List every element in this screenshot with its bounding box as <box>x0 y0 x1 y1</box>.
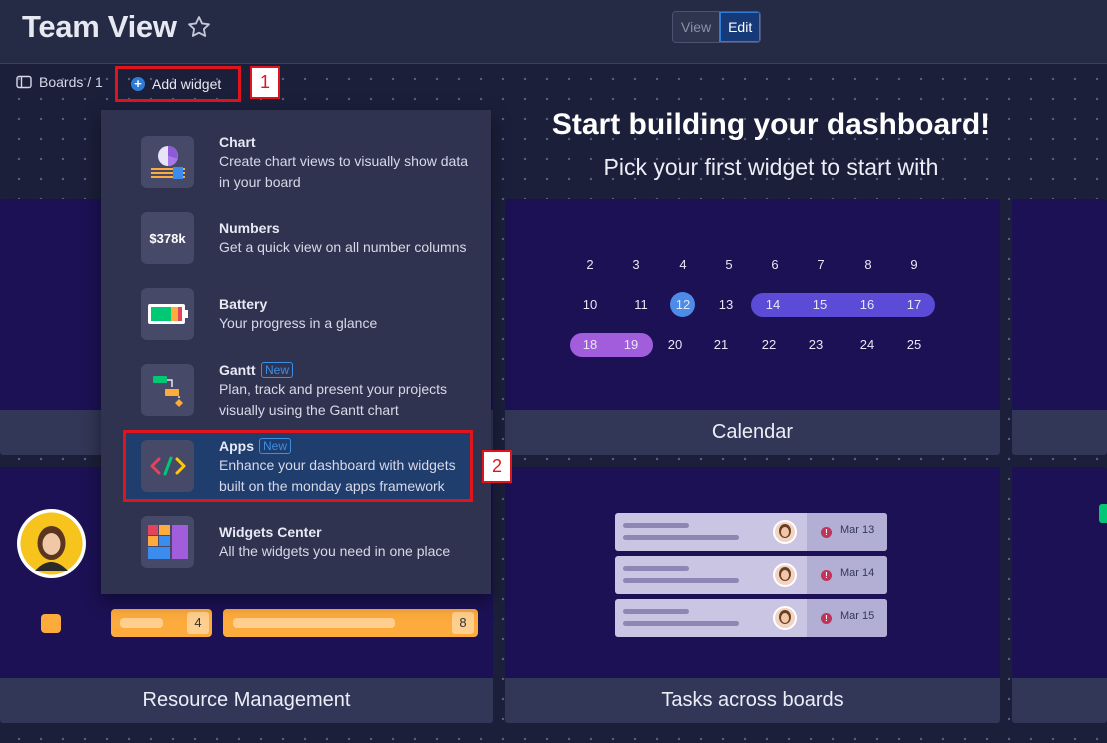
menu-item-name: Apps <box>219 438 254 454</box>
hero-title: Start building your dashboard! <box>551 108 991 141</box>
menu-item-gantt[interactable]: Gantt New Plan, track and present your p… <box>101 358 491 434</box>
card-label <box>1012 410 1107 455</box>
warning-icon: ! <box>821 570 832 581</box>
calendar-widget-card[interactable]: 2 3 4 5 6 7 8 9 10 11 12 13 14 15 16 17 18 19 20 21 22 23 24 25… <box>505 199 1000 455</box>
calendar-day: 7 <box>817 257 825 272</box>
calendar-day: 18 <box>582 337 598 352</box>
battery-icon <box>141 288 194 340</box>
star-icon[interactable] <box>186 14 212 40</box>
task-row: ! Mar 14 <box>615 556 887 594</box>
menu-item-name: Chart <box>219 134 256 150</box>
task-date: Mar 15 <box>840 610 875 622</box>
calendar-day: 5 <box>725 257 733 272</box>
add-widget-label: Add widget <box>152 76 222 92</box>
menu-item-apps[interactable]: Apps New Enhance your dashboard with wid… <box>101 434 491 510</box>
code-icon <box>141 440 194 492</box>
task-row: ! Mar 13 <box>615 513 887 551</box>
menu-item-name: Widgets Center <box>219 524 322 540</box>
hero-subtitle: Pick your first widget to start with <box>603 154 939 180</box>
calendar-day: 25 <box>906 337 922 352</box>
widgets-center-icon <box>141 516 194 568</box>
calendar-day: 15 <box>812 297 828 312</box>
calendar-day: 17 <box>906 297 922 312</box>
menu-item-desc: Get a quick view on all number columns <box>219 239 467 255</box>
page-title: Team View <box>22 9 177 44</box>
calendar-day: 14 <box>765 297 781 312</box>
new-badge: New <box>259 438 292 454</box>
avatar <box>773 563 797 587</box>
breadcrumb-label: Boards / 1 <box>39 74 103 90</box>
menu-item-widgets-center[interactable]: Widgets Center All the widgets you need … <box>101 510 491 586</box>
menu-item-desc: Create chart views to visually show data… <box>219 153 468 190</box>
step-marker-2: 2 <box>482 450 512 483</box>
step-marker-1: 1 <box>250 66 280 99</box>
resource-bar: 8 <box>223 609 478 637</box>
calendar-day: 20 <box>667 337 683 352</box>
status-square <box>41 614 61 633</box>
widget-card-right-bottom[interactable] <box>1012 467 1107 723</box>
menu-item-desc: All the widgets you need in one place <box>219 543 451 559</box>
numbers-icon: $378k <box>141 212 194 264</box>
add-widget-menu: Chart Create chart views to visually sho… <box>101 110 491 594</box>
task-date: Mar 13 <box>840 524 875 536</box>
calendar-day: 10 <box>582 297 598 312</box>
task-date: Mar 14 <box>840 567 875 579</box>
calendar-day: 22 <box>761 337 777 352</box>
calendar-day: 19 <box>623 337 639 352</box>
calendar-day: 21 <box>713 337 729 352</box>
calendar-label: Calendar <box>505 410 1000 455</box>
warning-icon: ! <box>821 527 832 538</box>
breadcrumb[interactable]: Boards / 1 <box>16 74 103 90</box>
calendar-day: 3 <box>632 257 640 272</box>
menu-item-name: Battery <box>219 296 268 312</box>
board-icon <box>16 75 32 89</box>
menu-item-desc: Plan, track and present your projects vi… <box>219 381 448 418</box>
calendar-day: 23 <box>808 337 824 352</box>
warning-icon: ! <box>821 613 832 624</box>
calendar-day: 13 <box>718 297 734 312</box>
avatar <box>773 606 797 630</box>
view-button[interactable]: View <box>673 12 720 42</box>
resource-count: 8 <box>452 612 474 634</box>
resource-bar: 4 <box>111 609 212 637</box>
add-widget-button[interactable]: + Add widget <box>115 66 241 102</box>
menu-item-name: Gantt <box>219 362 256 378</box>
card-label <box>1012 678 1107 723</box>
view-edit-toggle: View Edit <box>672 11 762 43</box>
task-row: ! Mar 15 <box>615 599 887 637</box>
calendar-day: 8 <box>864 257 872 272</box>
calendar-day: 16 <box>859 297 875 312</box>
avatar <box>17 509 86 578</box>
chart-icon <box>141 136 194 188</box>
calendar-day: 12 <box>675 297 691 312</box>
menu-item-desc: Your progress in a glance <box>219 315 378 331</box>
gantt-icon <box>141 364 194 416</box>
status-indicator <box>1099 504 1107 523</box>
plus-icon: + <box>131 77 145 91</box>
edit-button[interactable]: Edit <box>719 12 761 42</box>
calendar-day: 9 <box>910 257 918 272</box>
resource-management-label: Resource Management <box>0 678 493 723</box>
resource-count: 4 <box>187 612 209 634</box>
top-bar: Team View View Edit <box>0 0 1107 64</box>
menu-item-chart[interactable]: Chart Create chart views to visually sho… <box>101 130 491 206</box>
calendar-day: 2 <box>586 257 594 272</box>
calendar-day: 24 <box>859 337 875 352</box>
widget-card-right-top[interactable] <box>1012 199 1107 455</box>
menu-item-numbers[interactable]: $378k Numbers Get a quick view on all nu… <box>101 206 491 282</box>
menu-item-name: Numbers <box>219 220 280 236</box>
avatar <box>773 520 797 544</box>
tasks-across-boards-label: Tasks across boards <box>505 678 1000 723</box>
calendar-day: 4 <box>679 257 687 272</box>
tasks-across-boards-card[interactable]: ! Mar 13 ! Mar 14 ! Mar 15 Tasks across … <box>505 467 1000 723</box>
calendar-day: 6 <box>771 257 779 272</box>
menu-item-battery[interactable]: Battery Your progress in a glance <box>101 282 491 358</box>
menu-item-desc: Enhance your dashboard with widgets buil… <box>219 457 456 494</box>
new-badge: New <box>261 362 294 378</box>
calendar-day: 11 <box>634 297 648 312</box>
